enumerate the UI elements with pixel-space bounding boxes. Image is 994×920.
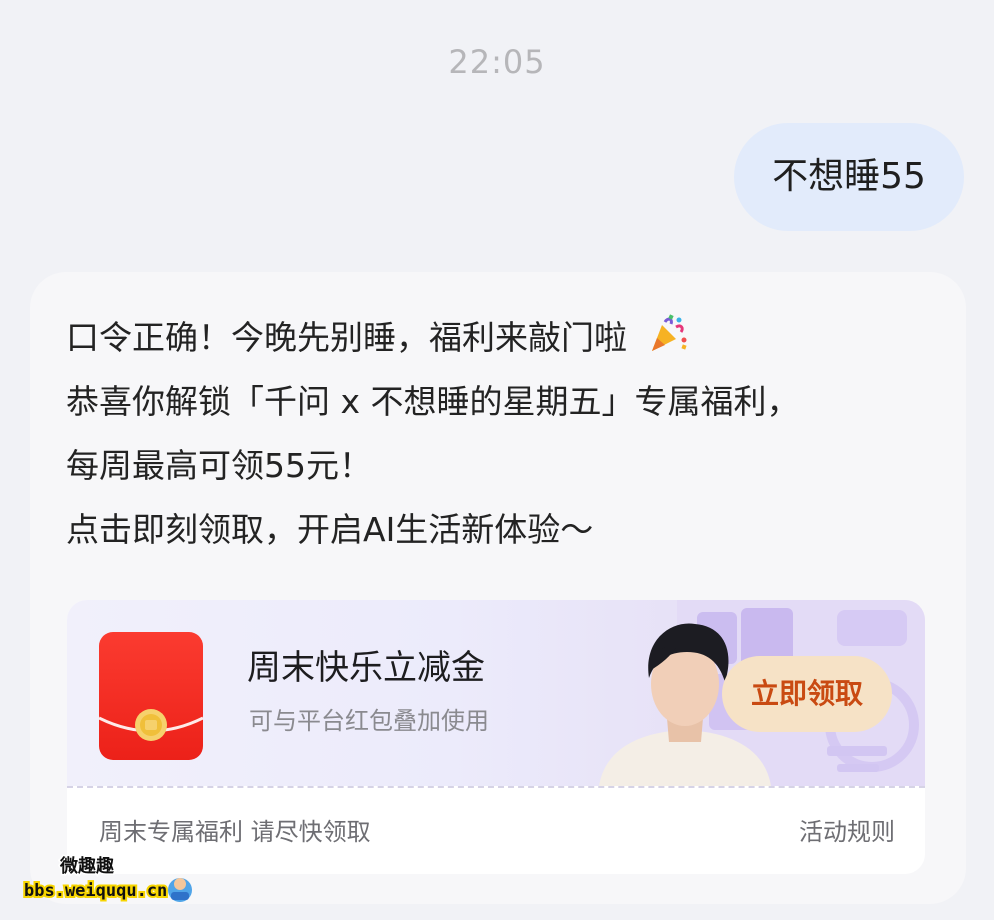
bot-message-line-1: 口令正确！今晚先别睡，福利来敲门啦 xyxy=(66,306,946,370)
coupon-card[interactable]: 周末快乐立减金 可与平台红包叠加使用 立即领取 周末专属福利 请尽快领取 活动规… xyxy=(67,600,925,874)
bot-message-line-2: 恭喜你解锁「千问 x 不想睡的星期五」专属福利， xyxy=(66,382,800,421)
claim-now-button[interactable]: 立即领取 xyxy=(722,656,892,732)
bot-message-line-1-text: 口令正确！今晚先别睡，福利来敲门啦 xyxy=(66,318,627,357)
message-timestamp: 22:05 xyxy=(448,43,546,81)
coupon-title: 周末快乐立减金 xyxy=(247,648,485,688)
user-message-bubble[interactable]: 不想睡55 xyxy=(734,123,964,231)
activity-rules-link[interactable]: 活动规则 xyxy=(799,815,895,849)
coupon-footer-note: 周末专属福利 请尽快领取 xyxy=(99,818,371,846)
site-watermark-logo: 微趣趣 bbs.weiququ.cn xyxy=(8,850,198,910)
bot-message-line-4: 点击即刻领取，开启AI生活新体验～ xyxy=(66,510,594,549)
coupon-subtitle: 可与平台红包叠加使用 xyxy=(249,707,489,735)
bot-message-card: 口令正确！今晚先别睡，福利来敲门啦 恭喜你解锁「千问 x 不想睡的星期五」专属福… xyxy=(30,272,966,904)
bot-message-line-3: 每周最高可领55元！ xyxy=(66,446,372,485)
red-packet-icon xyxy=(99,632,203,760)
user-message-text: 不想睡55 xyxy=(772,156,926,197)
party-popper-icon xyxy=(646,312,688,354)
claim-now-label: 立即领取 xyxy=(750,677,863,710)
svg-text:微趣趣: 微趣趣 xyxy=(59,855,115,877)
bot-message-text: 口令正确！今晚先别睡，福利来敲门啦 恭喜你解锁「千问 x 不想睡的星期五」专属福… xyxy=(66,306,946,562)
svg-text:bbs.weiququ.cn: bbs.weiququ.cn xyxy=(24,881,167,901)
coupon-divider xyxy=(67,786,925,788)
